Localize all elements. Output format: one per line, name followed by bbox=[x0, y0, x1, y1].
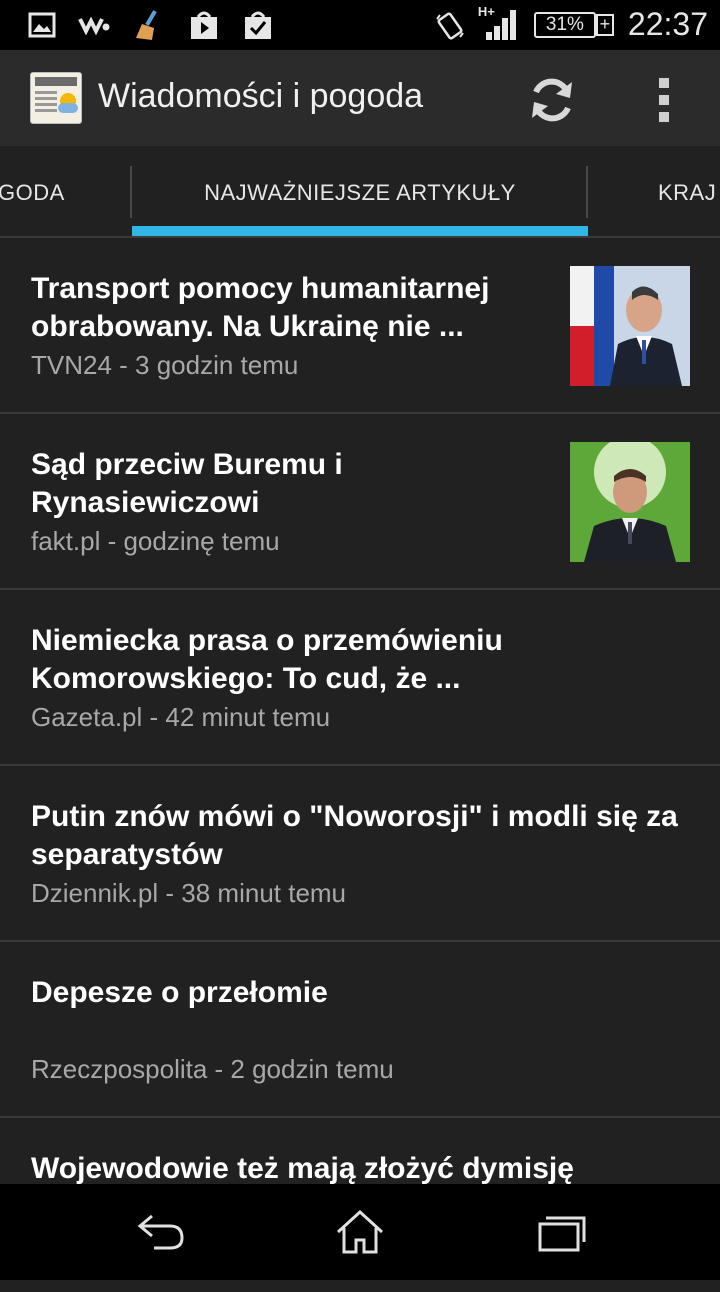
article-source: fakt.pl - godzinę temu bbox=[31, 526, 280, 556]
article-headline[interactable]: Wojewodowie też mają złożyć dymisję bbox=[31, 1150, 691, 1188]
tab-top-stories[interactable]: NAJWAŻNIEJSZE ARTYKUŁY bbox=[0, 180, 720, 206]
article-thumbnail[interactable] bbox=[570, 266, 690, 386]
tab-strip: GODA NAJWAŻNIEJSZE ARTYKUŁY KRAJ bbox=[0, 146, 720, 238]
home-icon[interactable] bbox=[330, 1210, 390, 1254]
task-icon bbox=[245, 11, 271, 39]
article-source: TVN24 - 3 godzin temu bbox=[31, 350, 299, 380]
battery-level: 31% bbox=[533, 11, 596, 38]
article-list: Transport pomocy humanitarnej obrabowany… bbox=[0, 238, 720, 1292]
battery-icon: 31% + bbox=[533, 11, 614, 38]
article-headline[interactable]: Sąd przeciw Buremu i Rynasiewiczowi bbox=[31, 446, 511, 522]
article-thumbnail[interactable] bbox=[570, 442, 690, 562]
article-headline[interactable]: Depesze o przełomie bbox=[31, 974, 691, 1012]
image-icon bbox=[28, 12, 56, 38]
article-source: Dziennik.pl - 38 minut temu bbox=[31, 878, 347, 908]
article-item[interactable]: Niemiecka prasa o przemówieniu Komorowsk… bbox=[0, 590, 720, 766]
cleaner-icon bbox=[136, 10, 157, 40]
overflow-menu-icon[interactable] bbox=[654, 78, 674, 122]
app-logo-icon[interactable] bbox=[30, 72, 82, 124]
navigation-bar bbox=[0, 1184, 720, 1280]
walkman-icon bbox=[78, 16, 110, 35]
article-headline[interactable]: Niemiecka prasa o przemówieniu Komorowsk… bbox=[31, 622, 691, 698]
article-headline[interactable]: Transport pomocy humanitarnej obrabowany… bbox=[31, 270, 511, 346]
recent-apps-icon[interactable] bbox=[532, 1210, 592, 1254]
back-icon[interactable] bbox=[132, 1210, 192, 1254]
article-source: Rzeczpospolita - 2 godzin temu bbox=[31, 1054, 394, 1084]
vibrate-icon bbox=[436, 12, 464, 39]
clock: 22:37 bbox=[627, 6, 708, 42]
article-headline[interactable]: Putin znów mówi o "Noworosji" i modli si… bbox=[31, 798, 691, 874]
active-tab-indicator bbox=[132, 226, 588, 236]
action-bar: Wiadomości i pogoda bbox=[0, 50, 720, 146]
tab-divider bbox=[586, 166, 588, 218]
play-store-icon bbox=[191, 11, 217, 39]
article-item[interactable]: Transport pomocy humanitarnej obrabowany… bbox=[0, 238, 720, 414]
refresh-icon[interactable] bbox=[524, 72, 580, 128]
article-item[interactable]: Depesze o przełomie Rzeczpospolita - 2 g… bbox=[0, 942, 720, 1118]
article-item[interactable]: Putin znów mówi o "Noworosji" i modli si… bbox=[0, 766, 720, 942]
app-title: Wiadomości i pogoda bbox=[98, 77, 424, 115]
status-bar: H+ 31% + 22:37 bbox=[0, 0, 720, 50]
tab-country[interactable]: KRAJ bbox=[658, 180, 716, 206]
article-source: Gazeta.pl - 42 minut temu bbox=[31, 702, 331, 732]
article-item[interactable]: Sąd przeciw Buremu i Rynasiewiczowi fakt… bbox=[0, 414, 720, 590]
signal-icon: H+ bbox=[478, 4, 520, 42]
